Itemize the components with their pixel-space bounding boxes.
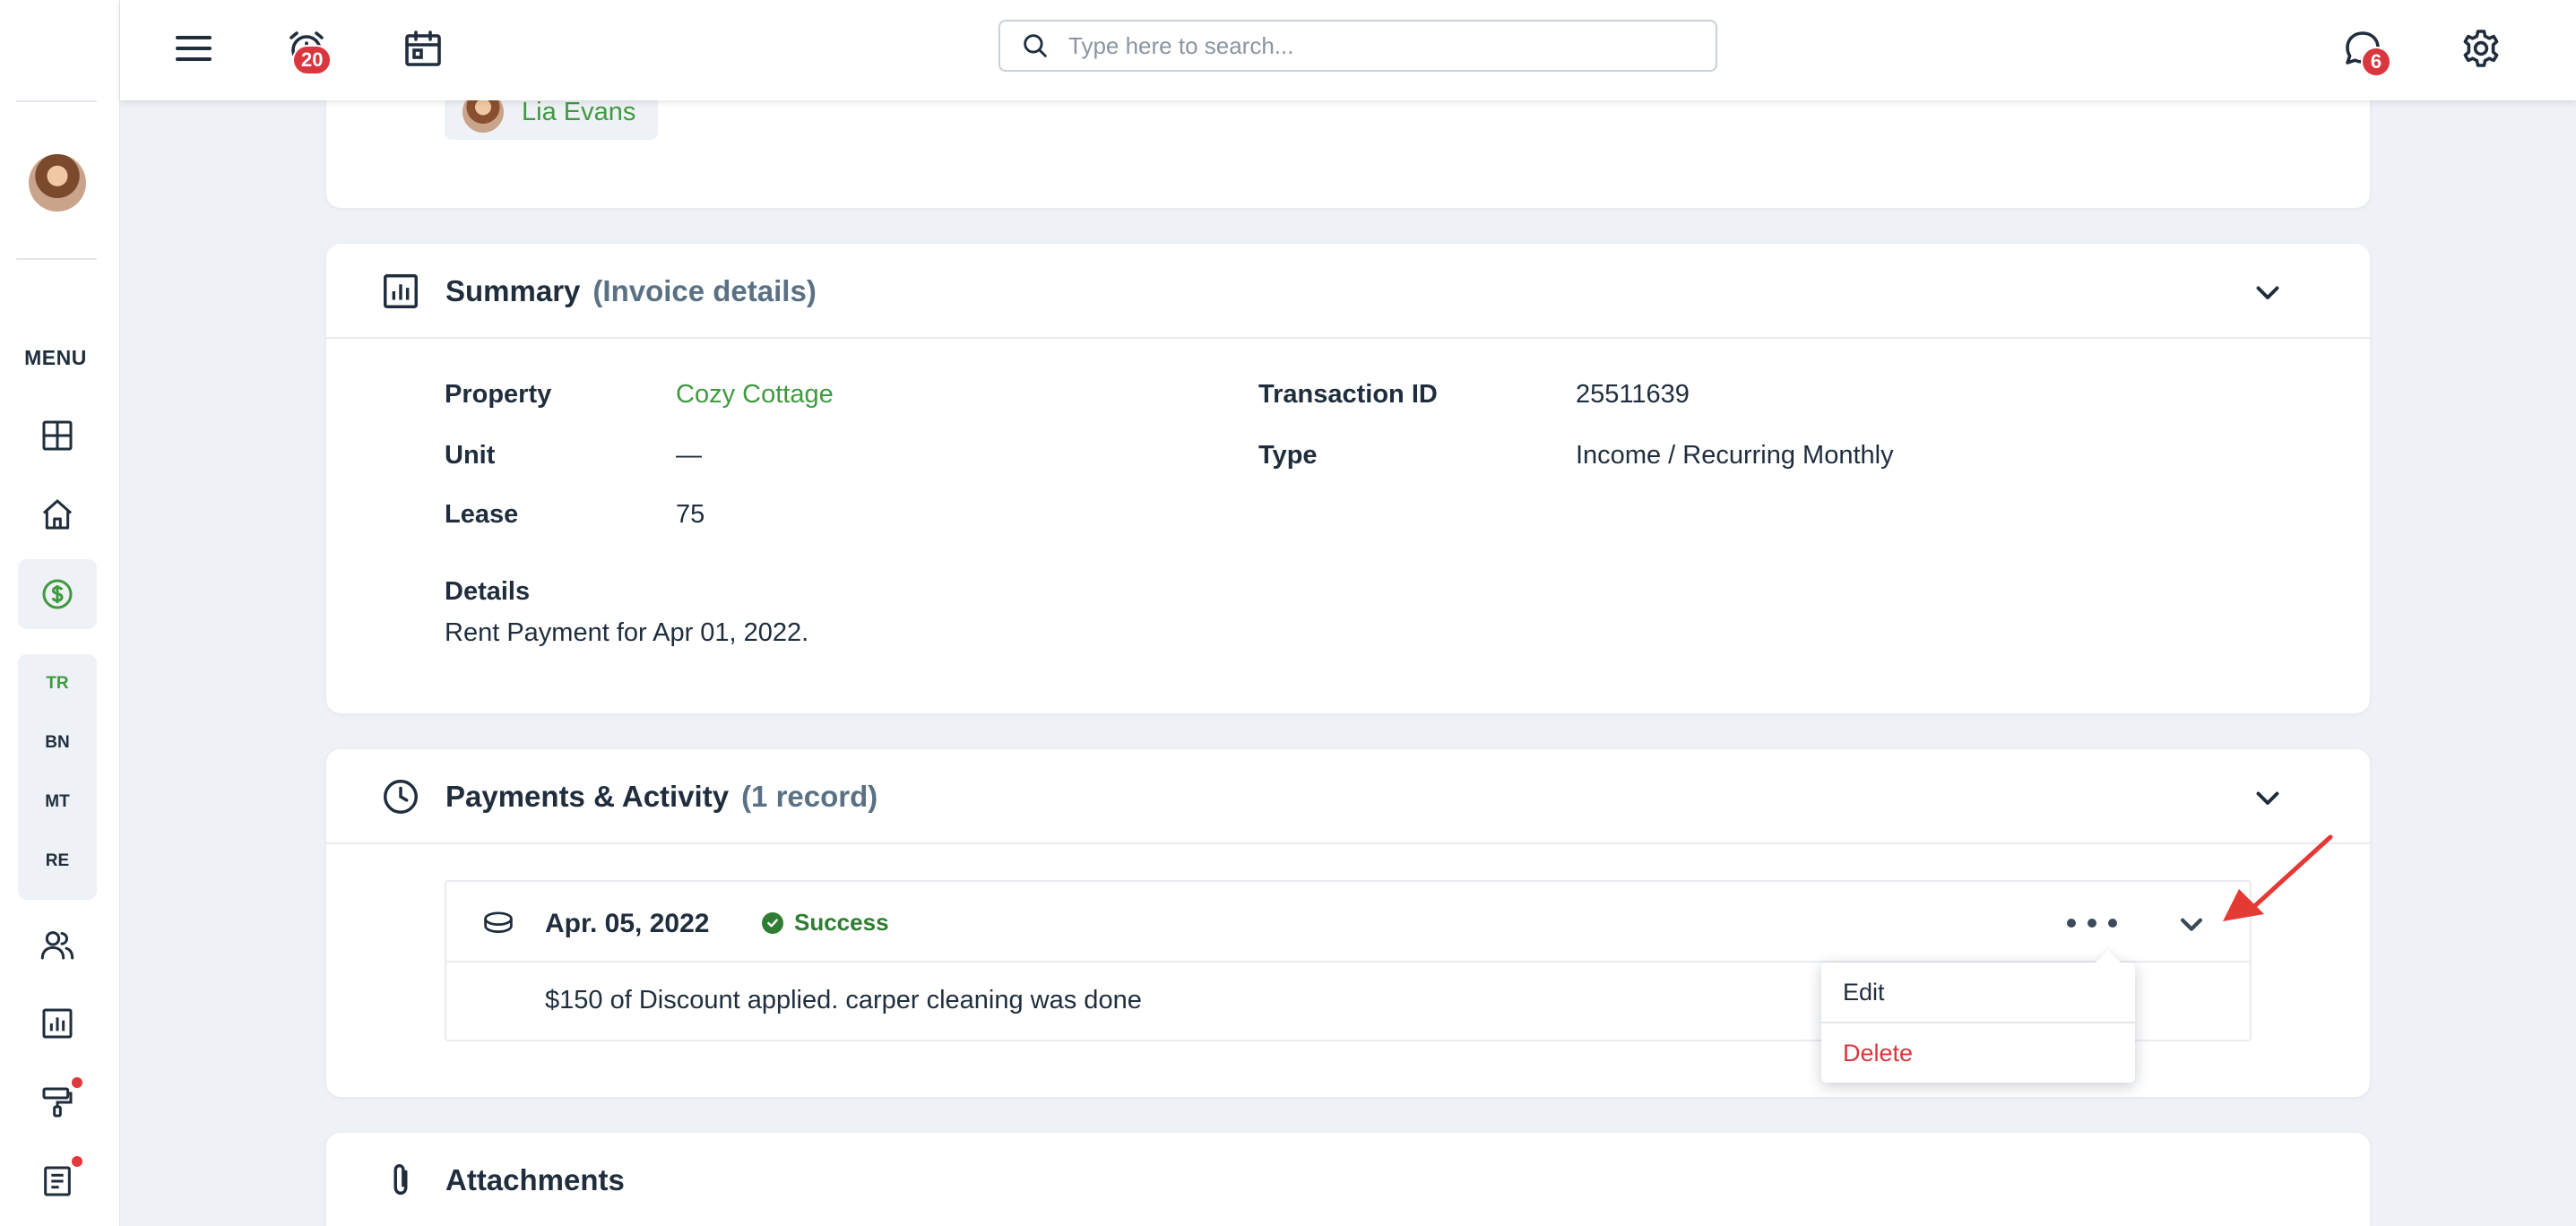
sidebar-divider xyxy=(16,258,97,260)
payment-record-header: Apr. 05, 2022 Success xyxy=(446,882,2250,963)
unit-value: — xyxy=(676,441,702,470)
menu-divider xyxy=(1821,1022,2135,1023)
attachments-card: Attachments xyxy=(326,1133,2370,1226)
maintenance-alert-dot xyxy=(72,1077,82,1088)
property-link[interactable]: Cozy Cottage xyxy=(676,380,834,410)
sidebar-item-bn[interactable]: BN xyxy=(18,733,97,753)
menu-label: MENU xyxy=(24,346,87,369)
type-value: Income / Recurring Monthly xyxy=(1576,441,1894,470)
accounting-icon[interactable] xyxy=(18,559,97,629)
clock-icon xyxy=(384,780,418,814)
attachments-title: Attachments xyxy=(445,1163,625,1196)
payments-subtitle: (1 record) xyxy=(741,780,878,813)
calendar-icon[interactable] xyxy=(394,20,452,77)
people-icon[interactable] xyxy=(32,920,82,970)
sidebar-item-tr[interactable]: TR xyxy=(18,674,97,694)
dashboard-icon[interactable] xyxy=(32,410,82,461)
search-input[interactable] xyxy=(1068,31,1678,60)
summary-subtitle: (Invoice details) xyxy=(592,274,817,307)
documents-alert-dot xyxy=(72,1156,82,1167)
details-label: Details xyxy=(445,577,531,606)
home-icon[interactable] xyxy=(32,489,82,540)
type-label: Type xyxy=(1258,441,1318,470)
reports-icon[interactable] xyxy=(32,998,82,1049)
payments-title: Payments & Activity (1 record) xyxy=(445,780,877,814)
attachments-header[interactable]: Attachments xyxy=(326,1133,2370,1226)
edit-menu-item[interactable]: Edit xyxy=(1843,979,1885,1006)
payment-note: $150 of Discount applied. carper cleanin… xyxy=(545,986,1142,1014)
chevron-down-icon[interactable] xyxy=(2252,276,2284,308)
summary-card: Summary (Invoice details) Property Cozy C… xyxy=(326,244,2370,713)
transaction-id-value: 25511639 xyxy=(1576,380,1690,409)
summary-header[interactable]: Summary (Invoice details) xyxy=(326,244,2370,339)
user-avatar[interactable] xyxy=(29,154,86,212)
sidebar-item-re[interactable]: RE xyxy=(18,851,97,871)
annotation-arrow-icon xyxy=(2223,834,2333,921)
payments-title-text: Payments & Activity xyxy=(445,780,730,813)
status-text: Success xyxy=(794,909,889,936)
sidebar-divider xyxy=(16,100,97,102)
sidebar: MENU TR BN MT RE xyxy=(0,0,120,1226)
lease-label: Lease xyxy=(445,500,519,529)
notifications-badge: 20 xyxy=(292,45,333,75)
transaction-id-label: Transaction ID xyxy=(1258,380,1438,409)
lease-value: 75 xyxy=(676,500,705,529)
coins-icon xyxy=(484,911,513,933)
paperclip-icon xyxy=(393,1163,408,1196)
summary-title: Summary (Invoice details) xyxy=(445,274,817,308)
chart-icon xyxy=(384,274,418,308)
details-value: Rent Payment for Apr 01, 2022. xyxy=(445,618,809,647)
top-bar: 20 6 xyxy=(120,0,2576,100)
status-badge: Success xyxy=(762,909,889,937)
messages-badge: 6 xyxy=(2361,47,2391,77)
owner-name[interactable]: Lia Evans xyxy=(522,98,635,127)
check-circle-icon xyxy=(762,911,783,934)
payment-date: Apr. 05, 2022 xyxy=(545,909,710,938)
property-label: Property xyxy=(445,380,552,409)
chevron-down-icon[interactable] xyxy=(2252,781,2284,814)
settings-gear-icon[interactable] xyxy=(2452,20,2510,77)
sidebar-item-mt[interactable]: MT xyxy=(18,792,97,812)
search-bar[interactable] xyxy=(998,20,1717,72)
summary-title-text: Summary xyxy=(445,274,581,307)
record-actions-menu: Edit Delete xyxy=(1821,963,2135,1083)
more-options-icon[interactable] xyxy=(2067,905,2117,941)
chevron-down-icon[interactable] xyxy=(2176,909,2207,939)
accounting-submenu: TR BN MT RE xyxy=(18,654,97,900)
delete-menu-item[interactable]: Delete xyxy=(1843,1040,1913,1067)
payments-header[interactable]: Payments & Activity (1 record) xyxy=(326,749,2370,844)
hamburger-menu-icon[interactable] xyxy=(165,20,222,77)
search-icon xyxy=(1024,34,1047,57)
unit-label: Unit xyxy=(445,441,496,470)
